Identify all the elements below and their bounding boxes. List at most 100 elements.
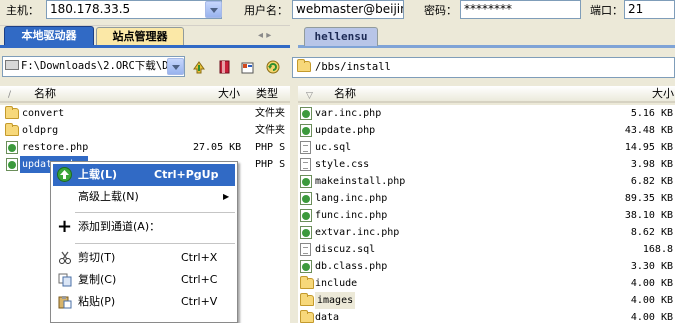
local-path-input[interactable]: F:\Downloads\2.ORC下载\D (2, 56, 185, 77)
file-name: style.css (315, 159, 370, 170)
file-size: 6.82 KB (630, 176, 673, 187)
list-item[interactable]: var.inc.php 5.16 KB (298, 105, 675, 122)
plus-icon: + (57, 216, 73, 237)
port-label: 端口： (590, 4, 623, 17)
menu-label: 复制(C) (78, 273, 117, 286)
user-input[interactable]: webmaster@beijingn (292, 0, 404, 19)
column-name[interactable]: 名称 (334, 86, 356, 102)
file-name: update.php (315, 125, 376, 136)
local-path-text: F:\Downloads\2.ORC下载\D (21, 60, 169, 72)
list-item[interactable]: update.php 43.48 KB (298, 122, 675, 139)
php-file-icon (300, 107, 312, 120)
file-size: 38.10 KB (624, 210, 673, 221)
submenu-arrow-icon: ▶ (223, 192, 230, 201)
password-input[interactable]: ******** (460, 0, 581, 19)
local-path-dropdown-button[interactable] (167, 58, 184, 75)
menu-label: 粘贴(P) (78, 295, 116, 308)
php-file-icon (6, 158, 18, 171)
list-item[interactable]: extvar.inc.php 8.62 KB (298, 224, 675, 241)
file-name: lang.inc.php (315, 193, 388, 204)
list-item[interactable]: makeinstall.php 6.82 KB (298, 173, 675, 190)
file-type: 文件夹 (255, 125, 285, 136)
paste-icon (58, 295, 72, 317)
remote-list-header: ▽ 名称 大小 (298, 86, 675, 103)
menu-label: 添加到通道(A)： (78, 220, 161, 233)
file-size: 168.8 (642, 244, 673, 255)
user-label: 用户名： (244, 4, 288, 17)
file-size: 5.16 KB (630, 108, 673, 119)
tab-site-manager[interactable]: 站点管理器 (96, 27, 184, 46)
list-item[interactable]: db.class.php 3.30 KB (298, 258, 675, 275)
php-file-icon (300, 175, 312, 188)
refresh-icon[interactable] (263, 57, 283, 77)
list-item[interactable]: data 4.00 KB (298, 309, 675, 323)
list-item[interactable]: include 4.00 KB (298, 275, 675, 292)
file-size: 4.00 KB (630, 278, 673, 289)
file-size: 43.48 KB (624, 125, 673, 136)
tab-scroll-arrows[interactable]: ◂ ▸ (258, 30, 288, 42)
menu-item-advanced-upload[interactable]: 高级上载(N) ▶ (53, 186, 235, 208)
sort-indicator-icon: ▽ (306, 91, 313, 101)
file-name: func.inc.php (315, 210, 388, 221)
document-icon (300, 158, 311, 171)
menu-label: 上载(L) (78, 168, 118, 181)
folder-icon (300, 310, 314, 323)
list-item[interactable]: func.inc.php 38.10 KB (298, 207, 675, 224)
file-size: 8.62 KB (630, 227, 673, 238)
sort-indicator-icon: / (8, 90, 12, 100)
folder-icon (5, 106, 19, 119)
menu-item-paste[interactable]: 粘贴(P) Ctrl+V (53, 291, 235, 313)
file-type: 文件夹 (255, 108, 285, 119)
list-item[interactable]: convert 文件夹 (0, 105, 290, 122)
tab-local-drives[interactable]: 本地驱动器 (4, 26, 94, 45)
port-input[interactable]: 21 (624, 0, 675, 19)
new-folder-icon[interactable] (238, 57, 258, 77)
php-file-icon (300, 226, 312, 239)
host-dropdown-button[interactable] (205, 1, 222, 18)
folder-icon (297, 59, 311, 72)
file-name: discuz.sql (315, 244, 376, 255)
file-name: makeinstall.php (315, 176, 406, 187)
host-input[interactable]: 180.178.33.5 (46, 0, 222, 19)
menu-item-add-to-channel[interactable]: + 添加到通道(A)： (53, 216, 235, 238)
column-type[interactable]: 类型 (256, 86, 278, 102)
php-file-icon (300, 260, 312, 273)
folder-icon (300, 276, 314, 289)
local-list-header: / 名称 大小 类型 (0, 86, 290, 103)
file-size: 3.30 KB (630, 261, 673, 272)
remote-path-input[interactable]: /bbs/install (292, 57, 675, 78)
menu-item-copy[interactable]: 复制(C) Ctrl+C (53, 269, 235, 291)
file-name: images (315, 292, 356, 309)
menu-item-cut[interactable]: 剪切(T) Ctrl+X (53, 247, 235, 269)
php-file-icon (300, 209, 312, 222)
menu-item-upload[interactable]: 上载(L) Ctrl+PgUp (53, 164, 235, 186)
column-size[interactable]: 大小 (218, 86, 240, 102)
file-type: PHP S (255, 159, 286, 170)
menu-separator (75, 243, 235, 244)
list-item[interactable]: discuz.sql 168.8 (298, 241, 675, 258)
menu-shortcut: Ctrl+PgUp (154, 168, 219, 181)
column-name[interactable]: 名称 (34, 86, 56, 102)
file-name: oldprg (22, 125, 59, 136)
file-name: include (315, 278, 358, 289)
list-item[interactable]: images 4.00 KB (298, 292, 675, 309)
list-item[interactable]: style.css 3.98 KB (298, 156, 675, 173)
list-item[interactable]: oldprg 文件夹 (0, 122, 290, 139)
go-up-icon[interactable] (189, 57, 209, 77)
file-name: convert (22, 108, 65, 119)
tab-remote-hellensu[interactable]: hellensu (304, 27, 378, 46)
tab-underline (0, 45, 290, 48)
folder-icon (300, 293, 314, 306)
folder-icon (5, 123, 19, 136)
list-item[interactable]: restore.php 27.05 KB PHP S (0, 139, 290, 156)
list-item[interactable]: uc.sql 14.95 KB (298, 139, 675, 156)
drive-icon (5, 60, 19, 70)
column-size[interactable]: 大小 (652, 86, 674, 102)
pane-splitter[interactable] (290, 86, 298, 323)
list-item[interactable]: lang.inc.php 89.35 KB (298, 190, 675, 207)
document-icon (300, 243, 311, 256)
bookmark-icon[interactable] (214, 57, 234, 77)
upload-icon (57, 167, 72, 182)
file-size: 89.35 KB (624, 193, 673, 204)
file-size: 27.05 KB (193, 142, 242, 153)
